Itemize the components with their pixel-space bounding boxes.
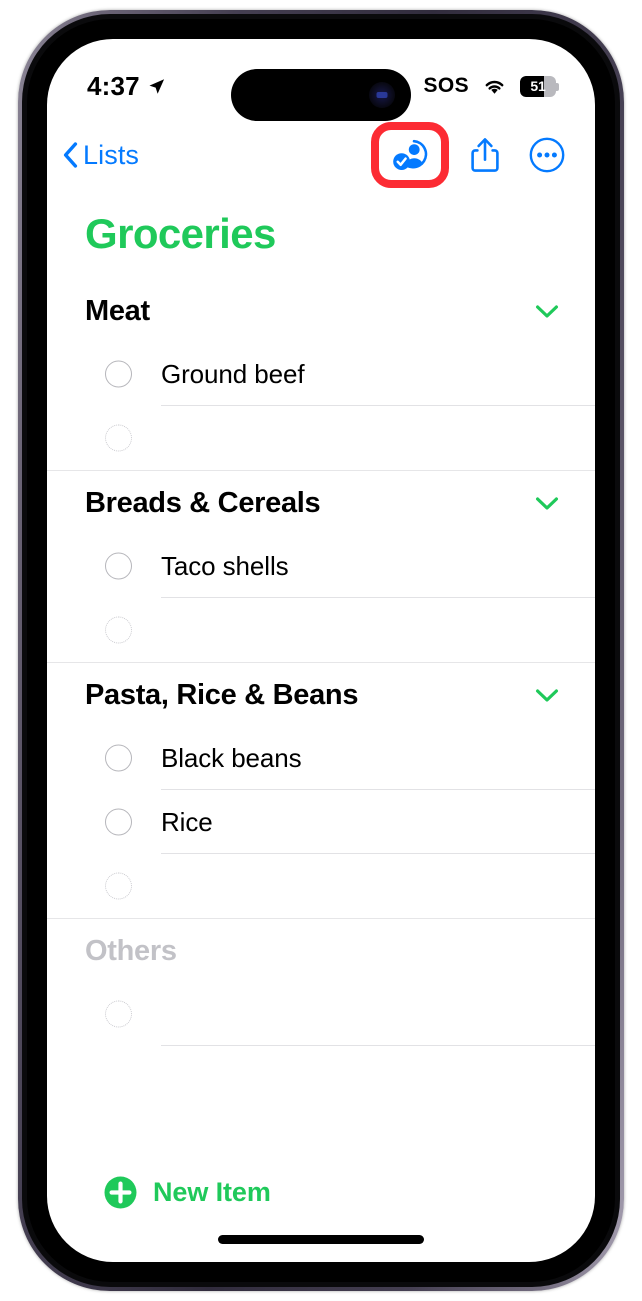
section-header[interactable]: Others	[47, 919, 595, 982]
chevron-down-icon[interactable]	[535, 688, 559, 703]
wifi-icon	[485, 80, 504, 94]
chevron-down-icon[interactable]	[535, 496, 559, 511]
new-item-button[interactable]: New Item	[47, 1175, 595, 1210]
row-separator	[161, 1045, 595, 1046]
home-indicator[interactable]	[218, 1235, 424, 1244]
list-item[interactable]: Taco shells	[47, 534, 595, 598]
list-item-placeholder[interactable]	[47, 854, 595, 918]
section-title: Meat	[85, 295, 150, 327]
list-item[interactable]: Ground beef	[47, 342, 595, 406]
plus-circle-icon	[104, 1176, 137, 1209]
section-title: Breads & Cereals	[85, 487, 321, 519]
page-title: Groceries	[85, 210, 276, 257]
item-checkbox[interactable]	[105, 360, 132, 388]
phone-mid-frame: 4:37 SOS 51 Lists Groceries Meat Ground …	[22, 14, 620, 1287]
back-button-label: Lists	[83, 139, 140, 170]
phone-frame: 4:37 SOS 51 Lists Groceries Meat Ground …	[18, 10, 624, 1291]
item-checkbox[interactable]	[105, 552, 132, 580]
item-checkbox-placeholder[interactable]	[105, 872, 132, 900]
more-options-button[interactable]	[521, 127, 573, 183]
section-others: Others	[47, 918, 595, 1046]
battery-percent: 51	[530, 78, 546, 94]
section-title: Others	[85, 935, 177, 967]
chevron-down-icon[interactable]	[535, 304, 559, 319]
item-checkbox[interactable]	[105, 808, 132, 836]
screenshot-canvas: 4:37 SOS 51 Lists Groceries Meat Ground …	[0, 0, 642, 1301]
nav-actions	[371, 122, 573, 188]
item-checkbox-placeholder[interactable]	[105, 424, 132, 452]
status-bar-left: 4:37	[87, 71, 166, 102]
person-checkmark-icon	[393, 139, 428, 170]
new-item-label: New Item	[153, 1177, 271, 1207]
chevron-left-icon	[63, 142, 78, 168]
item-label: Rice	[161, 806, 213, 837]
section-header[interactable]: Pasta, Rice & Beans	[47, 663, 595, 726]
list-item-placeholder[interactable]	[47, 982, 595, 1046]
list-item-placeholder[interactable]	[47, 406, 595, 470]
share-button[interactable]	[459, 127, 511, 183]
item-label: Ground beef	[161, 358, 305, 389]
list-item[interactable]: Rice	[47, 790, 595, 854]
status-time: 4:37	[87, 70, 140, 101]
sos-indicator: SOS	[423, 74, 469, 97]
item-label: Black beans	[161, 742, 302, 773]
dynamic-island	[231, 69, 411, 121]
phone-screen: 4:37 SOS 51 Lists Groceries Meat Ground …	[47, 39, 595, 1262]
item-checkbox[interactable]	[105, 744, 132, 772]
item-label: Taco shells	[161, 550, 289, 581]
section-title: Pasta, Rice & Beans	[85, 679, 359, 711]
section-header[interactable]: Breads & Cereals	[47, 471, 595, 534]
share-icon	[471, 138, 499, 172]
location-arrow-icon	[149, 78, 164, 94]
reminders-list[interactable]: Meat Ground beef Breads & Cereals Taco s…	[47, 279, 595, 1170]
section-pasta-rice-beans: Pasta, Rice & Beans Black beans Rice	[47, 662, 595, 918]
section-header[interactable]: Meat	[47, 279, 595, 342]
front-camera-icon	[369, 82, 395, 108]
item-checkbox-placeholder[interactable]	[105, 1000, 132, 1028]
list-item[interactable]: Black beans	[47, 726, 595, 790]
list-item-placeholder[interactable]	[47, 598, 595, 662]
status-bar-right: SOS 51	[423, 74, 559, 98]
more-circle-icon	[529, 137, 565, 173]
item-checkbox-placeholder[interactable]	[105, 616, 132, 644]
back-to-lists-button[interactable]: Lists	[63, 140, 139, 171]
section-meat: Meat Ground beef	[47, 279, 595, 470]
assign-participants-button[interactable]	[371, 122, 449, 188]
section-breads-cereals: Breads & Cereals Taco shells	[47, 470, 595, 662]
battery-indicator: 51	[520, 75, 559, 97]
phone-bezel: 4:37 SOS 51 Lists Groceries Meat Ground …	[27, 19, 615, 1282]
navigation-bar: Lists	[47, 119, 595, 191]
battery-cap	[556, 82, 559, 91]
